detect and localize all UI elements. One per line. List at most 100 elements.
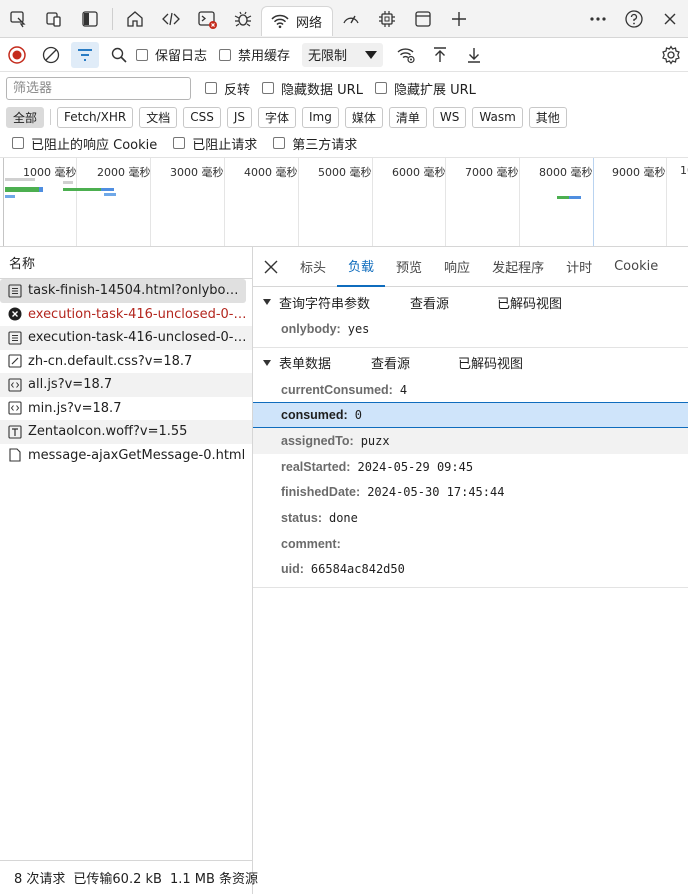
type-filter-doc[interactable]: 文档 <box>139 106 178 128</box>
document-icon <box>8 284 22 298</box>
param-value: done <box>328 510 358 525</box>
clear-icon[interactable] <box>34 38 68 72</box>
form-data-header[interactable]: 表单数据 查看源 已解码视图 <box>253 349 688 377</box>
devtools-tab-bar: 网络 <box>0 0 688 38</box>
blocked-cookies-checkbox[interactable]: 已阻止的响应 Cookie <box>12 134 157 153</box>
form-data-title: 表单数据 <box>279 357 332 373</box>
checkbox-box[interactable] <box>12 137 24 149</box>
add-tab-icon[interactable] <box>441 0 477 38</box>
type-filter-css[interactable]: CSS <box>183 106 221 128</box>
dock-side-icon[interactable] <box>72 0 108 38</box>
request-row[interactable]: message-ajaxGetMessage-0.html <box>0 444 252 468</box>
device-emulation-icon[interactable] <box>36 0 72 38</box>
tab-payload[interactable]: 负载 <box>337 247 386 287</box>
tab-network[interactable]: 网络 <box>261 5 334 36</box>
search-icon[interactable] <box>102 38 136 72</box>
timeline-bar <box>557 196 569 199</box>
elements-icon[interactable] <box>153 0 189 38</box>
performance-icon[interactable] <box>333 0 369 38</box>
query-params-header[interactable]: 查询字符串参数 查看源 已解码视图 <box>253 288 688 316</box>
tab-initiator[interactable]: 发起程序 <box>481 247 555 287</box>
tab-response[interactable]: 响应 <box>433 247 481 287</box>
checkbox-box[interactable] <box>273 137 286 149</box>
request-row[interactable]: execution-task-416-unclosed-0-id_desc <box>0 303 252 327</box>
throttle-select[interactable]: 无限制 <box>302 42 384 67</box>
form-param-row[interactable]: status: done <box>253 505 688 531</box>
filter-toggle-icon[interactable] <box>71 41 99 68</box>
param-key: onlybody: <box>281 321 341 336</box>
close-devtools-icon[interactable] <box>652 0 688 38</box>
inspect-element-icon[interactable] <box>0 0 36 38</box>
type-filter-fetch-xhr[interactable]: Fetch/XHR <box>57 106 134 128</box>
request-row[interactable]: execution-task-416-unclosed-0-id_desc <box>0 326 252 350</box>
application-icon[interactable] <box>405 0 441 38</box>
request-name: zh-cn.default.css?v=18.7 <box>28 353 193 369</box>
close-details-icon[interactable] <box>253 247 289 287</box>
type-filter-ws[interactable]: WS <box>432 106 467 128</box>
timeline-overview[interactable]: 1000 毫秒 2000 毫秒 3000 毫秒 4000 毫秒 5000 毫秒 … <box>0 157 688 247</box>
form-param-row[interactable]: realStarted: 2024-05-29 09:45 <box>253 454 688 480</box>
request-row[interactable]: all.js?v=18.7 <box>0 373 252 397</box>
blocked-requests-checkbox[interactable]: 已阻止请求 <box>173 134 257 153</box>
view-decoded-link[interactable]: 已解码视图 <box>458 353 523 372</box>
type-filter-all[interactable]: 全部 <box>6 106 45 128</box>
view-source-link[interactable]: 查看源 <box>410 293 449 312</box>
network-conditions-icon[interactable] <box>389 38 423 72</box>
type-filter-media[interactable]: 媒体 <box>344 106 383 128</box>
checkbox-box[interactable] <box>205 82 217 94</box>
type-filter-other[interactable]: 其他 <box>528 106 567 128</box>
collapse-triangle-icon[interactable] <box>263 359 271 366</box>
filter-input[interactable] <box>6 76 191 100</box>
form-param-row[interactable]: uid: 66584ac842d50 <box>253 557 688 583</box>
hide-extension-urls-checkbox[interactable]: 隐藏扩展 URL <box>374 79 476 98</box>
name-column-header[interactable]: 名称 <box>0 247 252 279</box>
type-filter-manifest[interactable]: 清单 <box>388 106 427 128</box>
view-decoded-link[interactable]: 已解码视图 <box>497 293 562 312</box>
blocked-cookies-label: 已阻止的响应 Cookie <box>31 137 158 153</box>
preserve-log-checkbox[interactable]: 保留日志 <box>136 45 207 64</box>
more-options-icon[interactable] <box>580 0 616 38</box>
view-source-link[interactable]: 查看源 <box>371 353 410 372</box>
timeline-tick-label: 3000 毫秒 <box>170 166 224 179</box>
form-param-row[interactable]: consumed: 0 <box>253 402 688 429</box>
checkbox-box[interactable] <box>262 82 275 94</box>
tab-headers[interactable]: 标头 <box>289 247 337 287</box>
request-row[interactable]: ZentaoIcon.woff?v=1.55 <box>0 420 252 444</box>
tab-timing[interactable]: 计时 <box>555 247 603 287</box>
help-icon[interactable] <box>616 0 652 38</box>
checkbox-box[interactable] <box>173 137 186 149</box>
type-filter-img[interactable]: Img <box>302 106 339 128</box>
export-har-icon[interactable] <box>457 38 491 72</box>
form-param-row[interactable]: currentConsumed: 4 <box>253 377 688 403</box>
query-param-row[interactable]: onlybody: yes <box>253 316 688 342</box>
collapse-triangle-icon[interactable] <box>263 299 271 305</box>
memory-icon[interactable] <box>369 0 405 38</box>
request-name: execution-task-416-unclosed-0-id_desc <box>28 330 248 346</box>
form-param-row[interactable]: assignedTo: puzx <box>253 428 688 454</box>
sources-debug-icon[interactable] <box>225 0 261 38</box>
checkbox-box[interactable] <box>374 82 387 94</box>
tab-cookies[interactable]: Cookie <box>603 247 669 287</box>
type-filter-font[interactable]: 字体 <box>257 106 296 128</box>
console-icon[interactable] <box>189 0 225 38</box>
hide-data-urls-checkbox[interactable]: 隐藏数据 URL <box>262 79 363 98</box>
checkbox-box[interactable] <box>219 48 232 61</box>
tab-preview[interactable]: 预览 <box>385 247 433 287</box>
record-stop-icon[interactable] <box>0 38 34 72</box>
welcome-home-icon[interactable] <box>117 0 153 38</box>
form-param-row[interactable]: finishedDate: 2024-05-30 17:45:44 <box>253 479 688 505</box>
request-row[interactable]: task-finish-14504.html?onlybody=yes <box>0 279 246 303</box>
request-row[interactable]: min.js?v=18.7 <box>0 397 252 421</box>
checkbox-box[interactable] <box>136 48 148 61</box>
settings-gear-icon[interactable] <box>654 38 688 72</box>
disable-cache-checkbox[interactable]: 禁用缓存 <box>219 45 290 64</box>
timeline-bar <box>101 188 114 191</box>
form-param-row[interactable]: comment: <box>253 531 688 557</box>
request-row[interactable]: zh-cn.default.css?v=18.7 <box>0 350 252 374</box>
import-har-icon[interactable] <box>423 38 457 72</box>
type-filter-wasm[interactable]: Wasm <box>472 106 523 128</box>
invert-checkbox[interactable]: 反转 <box>205 79 250 98</box>
script-icon <box>8 401 22 415</box>
third-party-checkbox[interactable]: 第三方请求 <box>273 134 357 153</box>
type-filter-js[interactable]: JS <box>226 106 252 128</box>
